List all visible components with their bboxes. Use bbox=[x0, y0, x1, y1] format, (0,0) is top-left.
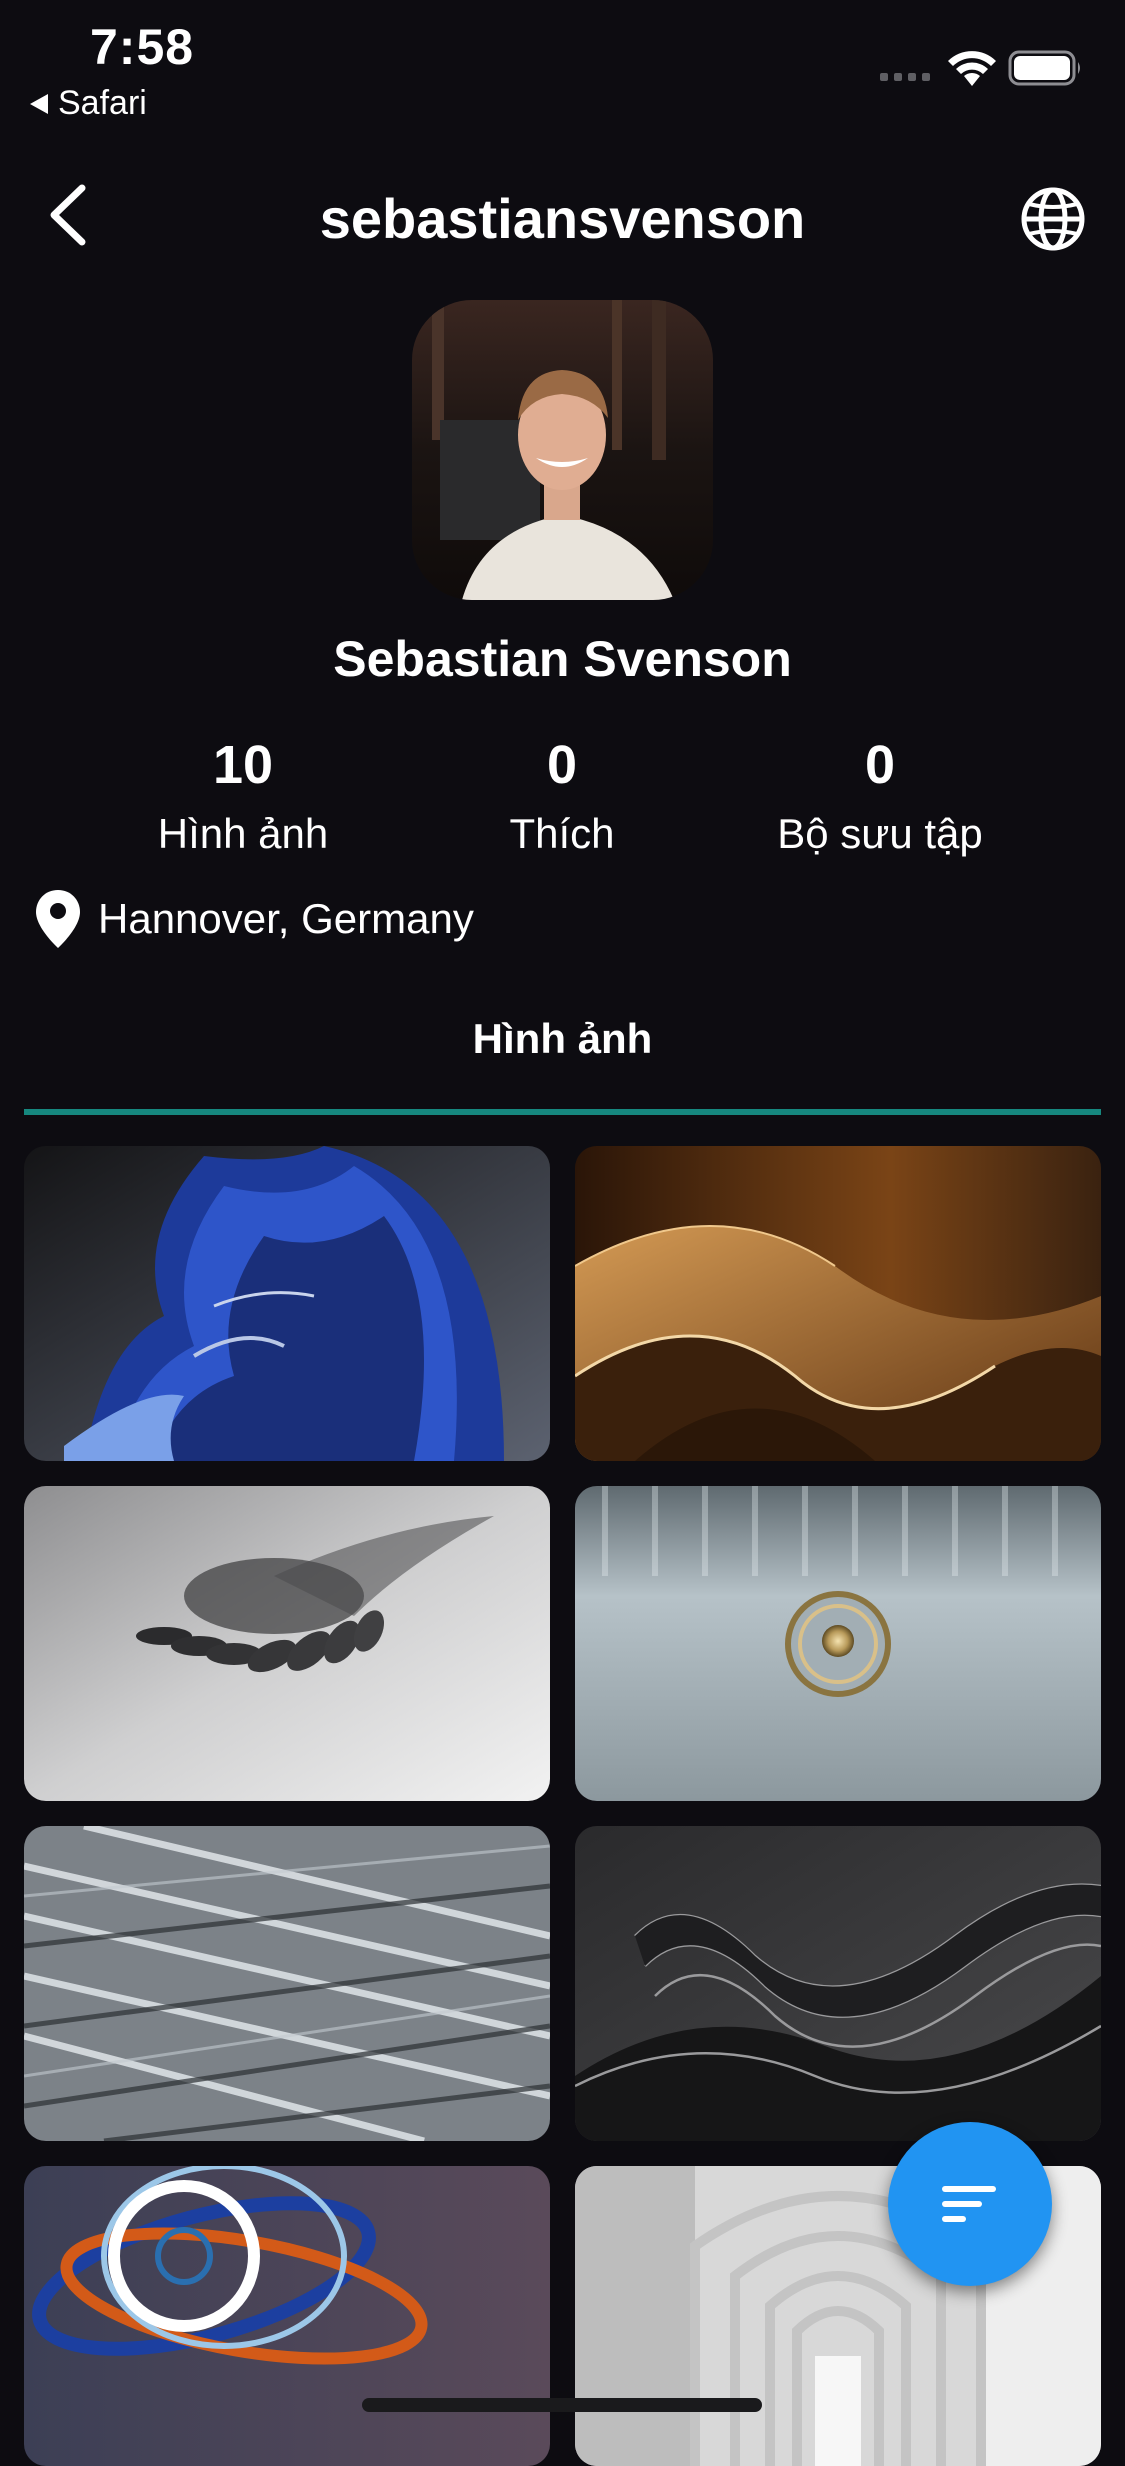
tab-indicator bbox=[24, 1109, 1101, 1115]
stat-likes-count: 0 bbox=[546, 735, 578, 795]
photo-tile-grey-discs[interactable] bbox=[24, 1486, 550, 1801]
status-time: 7:58 bbox=[90, 19, 195, 75]
stat-collections-label: Bộ sưu tập bbox=[777, 810, 983, 857]
avatar bbox=[412, 300, 713, 600]
location-row: Hannover, Germany bbox=[34, 888, 474, 950]
stat-photos-count: 10 bbox=[212, 735, 274, 795]
photo-tile-brass-knob[interactable] bbox=[575, 1486, 1101, 1801]
location-pin-icon bbox=[36, 890, 80, 948]
wifi-icon bbox=[948, 51, 996, 86]
stat-likes-label: Thích bbox=[509, 810, 615, 857]
home-indicator bbox=[362, 2398, 762, 2412]
photo-tile-gold-waves[interactable] bbox=[575, 1146, 1101, 1461]
page-title: sebastiansvenson bbox=[319, 187, 806, 250]
photo-tile-dark-waves[interactable] bbox=[575, 1826, 1101, 2141]
stat-collections-count: 0 bbox=[864, 735, 896, 795]
back-app-label: Safari bbox=[58, 84, 147, 122]
photo-tile-glass-rods[interactable] bbox=[24, 1826, 550, 2141]
tab-photos[interactable]: Hình ảnh bbox=[0, 1015, 1125, 1063]
stat-likes[interactable]: 0 Thích bbox=[382, 734, 742, 858]
display-name: Sebastian Svenson bbox=[333, 631, 792, 687]
battery-icon bbox=[1008, 50, 1080, 86]
location-text: Hannover, Germany bbox=[98, 895, 474, 942]
sort-icon bbox=[942, 2186, 996, 2222]
sort-button[interactable] bbox=[888, 2122, 1052, 2286]
cellular-signal-icon bbox=[880, 73, 930, 81]
photo-tile-blue-ribbons[interactable] bbox=[24, 1146, 550, 1461]
stat-photos-label: Hình ảnh bbox=[157, 810, 329, 857]
back-triangle-icon bbox=[30, 93, 48, 114]
back-to-app-link[interactable]: Safari bbox=[30, 84, 147, 123]
photo-tile-rings[interactable] bbox=[24, 2166, 550, 2466]
stat-photos[interactable]: 10 Hình ảnh bbox=[63, 734, 423, 858]
globe-icon[interactable] bbox=[1020, 186, 1086, 252]
stat-collections[interactable]: 0 Bộ sưu tập bbox=[700, 734, 1060, 858]
